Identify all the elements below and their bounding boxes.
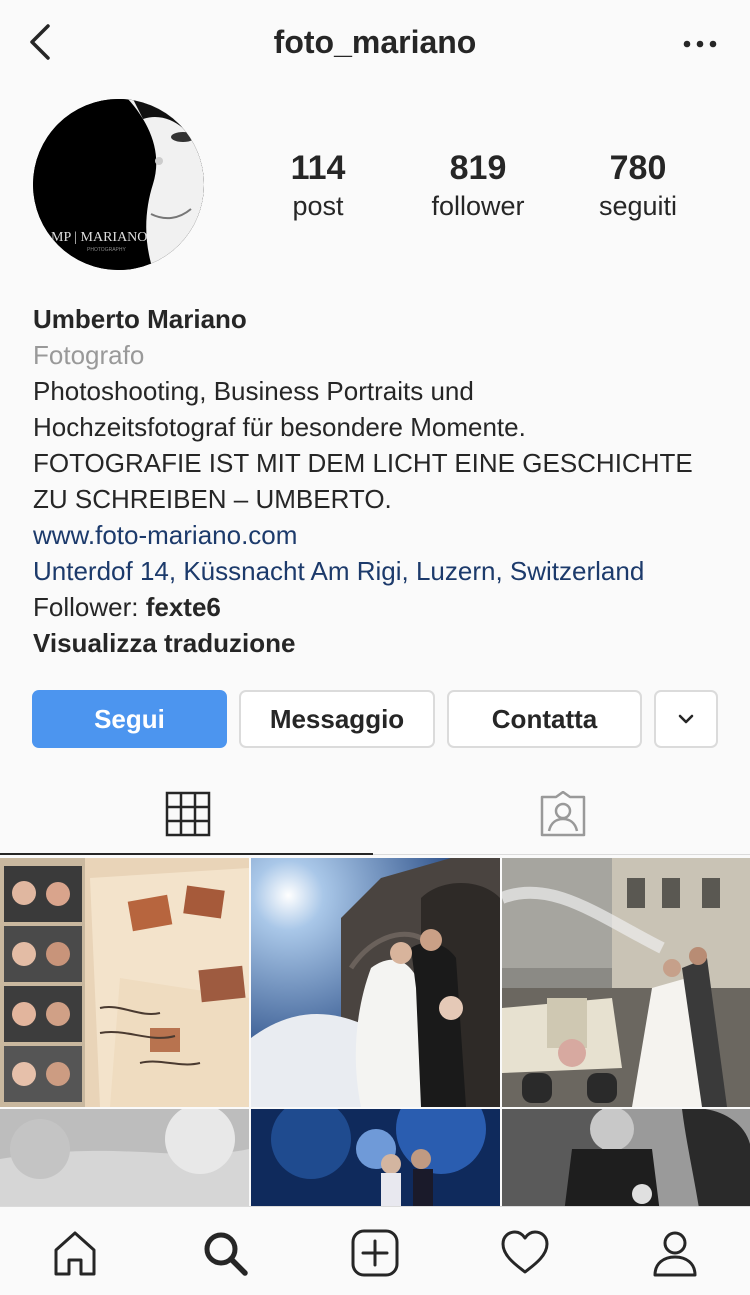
stat-followers[interactable]: 819 follower — [398, 148, 558, 224]
follow-button[interactable]: Segui — [32, 690, 227, 748]
grid-post-wedding-vintage-car-photo[interactable] — [502, 858, 750, 1107]
home-icon — [54, 1231, 96, 1276]
grid-post-foggy-landscape-photo[interactable] — [0, 1109, 249, 1206]
stat-label: seguiti — [598, 191, 678, 221]
chevron-down-icon — [678, 714, 694, 724]
add-post-icon — [351, 1229, 399, 1277]
stat-following[interactable]: 780 seguiti — [558, 148, 718, 224]
svg-text:PHOTOGRAPHY: PHOTOGRAPHY — [87, 247, 126, 253]
grid-icon — [165, 791, 210, 836]
bio-line: ZU SCHREIBEN – UMBERTO. — [33, 484, 392, 514]
bio-line: FOTOGRAFIE IST MIT DEM LICHT EINE GESCHI… — [33, 448, 693, 478]
stat-value: 114 — [290, 149, 346, 187]
tab-tagged[interactable] — [375, 770, 750, 857]
tab-grid[interactable] — [0, 770, 375, 857]
bio-line: Hochzeitsfotograf für besondere Momente. — [33, 412, 526, 442]
stat-value: 819 — [449, 149, 507, 187]
profile-category: Fotografo — [33, 340, 145, 370]
bio-line: Photoshooting, Business Portraits und — [33, 376, 474, 406]
bottom-tab-bar — [0, 1206, 750, 1295]
website-link[interactable]: www.foto-mariano.com — [33, 517, 733, 553]
grid-post-wedding-kiss-cathedral-photo[interactable] — [251, 858, 500, 1107]
stat-label: post — [292, 191, 344, 221]
posts-grid — [0, 858, 750, 1206]
followed-by-prefix: Follower: — [33, 592, 146, 622]
avatar[interactable]: MP | MARIANO PHOTOGRAPHY — [33, 99, 204, 270]
profile-tabs — [0, 770, 750, 857]
grid-post-photobooth-guestbook-photo[interactable] — [0, 858, 249, 1107]
more-options-button[interactable] — [680, 28, 720, 58]
tab-profile[interactable] — [647, 1225, 703, 1281]
active-tab-indicator — [0, 853, 373, 855]
address-link[interactable]: Unterdof 14, Küssnacht Am Rigi, Luzern, … — [33, 553, 733, 589]
contact-button[interactable]: Contatta — [447, 690, 642, 748]
profile-name: Umberto Mariano — [33, 304, 247, 334]
tagged-icon — [540, 790, 585, 836]
page-title: foto_mariano — [273, 24, 477, 60]
stat-posts[interactable]: 114 post — [238, 148, 398, 224]
translate-link[interactable]: Visualizza traduzione — [33, 625, 733, 661]
avatar-logo-text: MP | MARIANO — [51, 230, 147, 245]
suggestions-dropdown-button[interactable] — [654, 690, 718, 748]
grid-post-couple-laughing-bw-photo[interactable] — [502, 1109, 750, 1206]
profile-icon — [653, 1231, 697, 1277]
stat-value: 780 — [609, 149, 667, 187]
followed-by[interactable]: Follower: fexte6 — [33, 589, 733, 625]
tab-activity[interactable] — [497, 1225, 553, 1281]
tab-new-post[interactable] — [347, 1225, 403, 1281]
activity-heart-icon — [501, 1230, 549, 1274]
profile-bio: Umberto Mariano Fotografo Photoshooting,… — [33, 301, 733, 661]
search-icon — [204, 1232, 248, 1276]
tab-home[interactable] — [47, 1225, 103, 1281]
avatar-image: MP | MARIANO PHOTOGRAPHY — [33, 99, 204, 270]
grid-post-night-couple-photo[interactable] — [251, 1109, 500, 1206]
profile-header: foto_mariano — [0, 0, 750, 90]
more-horizontal-icon — [683, 40, 717, 48]
tab-search[interactable] — [197, 1225, 253, 1281]
stat-label: follower — [431, 191, 525, 221]
tab-divider — [373, 854, 750, 855]
followed-by-user[interactable]: fexte6 — [146, 592, 221, 622]
message-button[interactable]: Messaggio — [239, 690, 435, 748]
